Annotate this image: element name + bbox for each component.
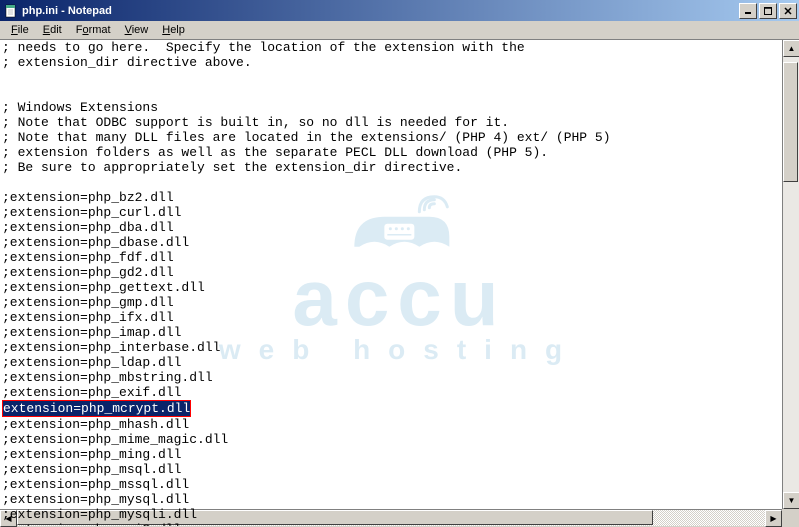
menu-view[interactable]: View: [118, 22, 156, 38]
line: ; Windows Extensions: [2, 100, 158, 115]
line: ; extension_dir directive above.: [2, 55, 252, 70]
line: ; extension folders as well as the separ…: [2, 145, 548, 160]
menu-help[interactable]: Help: [155, 22, 192, 38]
menu-format[interactable]: Format: [69, 22, 118, 38]
menu-file[interactable]: File: [4, 22, 36, 38]
line: ;extension=php_mime_magic.dll: [2, 432, 228, 447]
line: ;extension=php_mssql.dll: [2, 477, 189, 492]
line: ;extension=php_dbase.dll: [2, 235, 189, 250]
line: ;extension=php_msql.dll: [2, 462, 181, 477]
line: ; Note that many DLL files are located i…: [2, 130, 611, 145]
line: ;extension=php_mysql.dll: [2, 492, 189, 507]
titlebar: php.ini - Notepad: [0, 0, 799, 21]
line: ;extension=php_fdf.dll: [2, 250, 174, 265]
line: ;extension=php_ifx.dll: [2, 310, 174, 325]
text-content[interactable]: ; needs to go here. Specify the location…: [0, 40, 799, 526]
line: ;extension=php_ming.dll: [2, 447, 181, 462]
notepad-icon: [4, 4, 18, 18]
window-controls: [739, 3, 797, 19]
line: ;extension=php_ldap.dll: [2, 355, 181, 370]
line: ; needs to go here. Specify the location…: [2, 40, 525, 55]
line: ;extension=php_gettext.dll: [2, 280, 205, 295]
close-button[interactable]: [779, 3, 797, 19]
line: ;extension=php_mysqli.dll: [2, 507, 197, 522]
line: ;extension=php_gd2.dll: [2, 265, 174, 280]
selected-text: extension=php_mcrypt.dll: [3, 401, 190, 416]
maximize-button[interactable]: [759, 3, 777, 19]
menu-edit[interactable]: Edit: [36, 22, 69, 38]
line: ; Be sure to appropriately set the exten…: [2, 160, 462, 175]
line: ;extension=php_exif.dll: [2, 385, 181, 400]
highlighted-line-border: extension=php_mcrypt.dll: [2, 400, 191, 417]
window-title: php.ini - Notepad: [22, 5, 112, 17]
line: ;extension=php_mbstring.dll: [2, 370, 213, 385]
minimize-button[interactable]: [739, 3, 757, 19]
line: ;extension=php_dba.dll: [2, 220, 174, 235]
line: ;extension=php_oci8.dll: [2, 522, 181, 526]
line: ;extension=php_mhash.dll: [2, 417, 189, 432]
line: ;extension=php_curl.dll: [2, 205, 181, 220]
line: ;extension=php_interbase.dll: [2, 340, 220, 355]
line: ;extension=php_bz2.dll: [2, 190, 174, 205]
menubar: File Edit Format View Help: [0, 21, 799, 40]
line: ;extension=php_gmp.dll: [2, 295, 174, 310]
line: ; Note that ODBC support is built in, so…: [2, 115, 509, 130]
line: ;extension=php_imap.dll: [2, 325, 181, 340]
text-editor-area[interactable]: accu web hosting ; needs to go here. Spe…: [0, 40, 799, 526]
